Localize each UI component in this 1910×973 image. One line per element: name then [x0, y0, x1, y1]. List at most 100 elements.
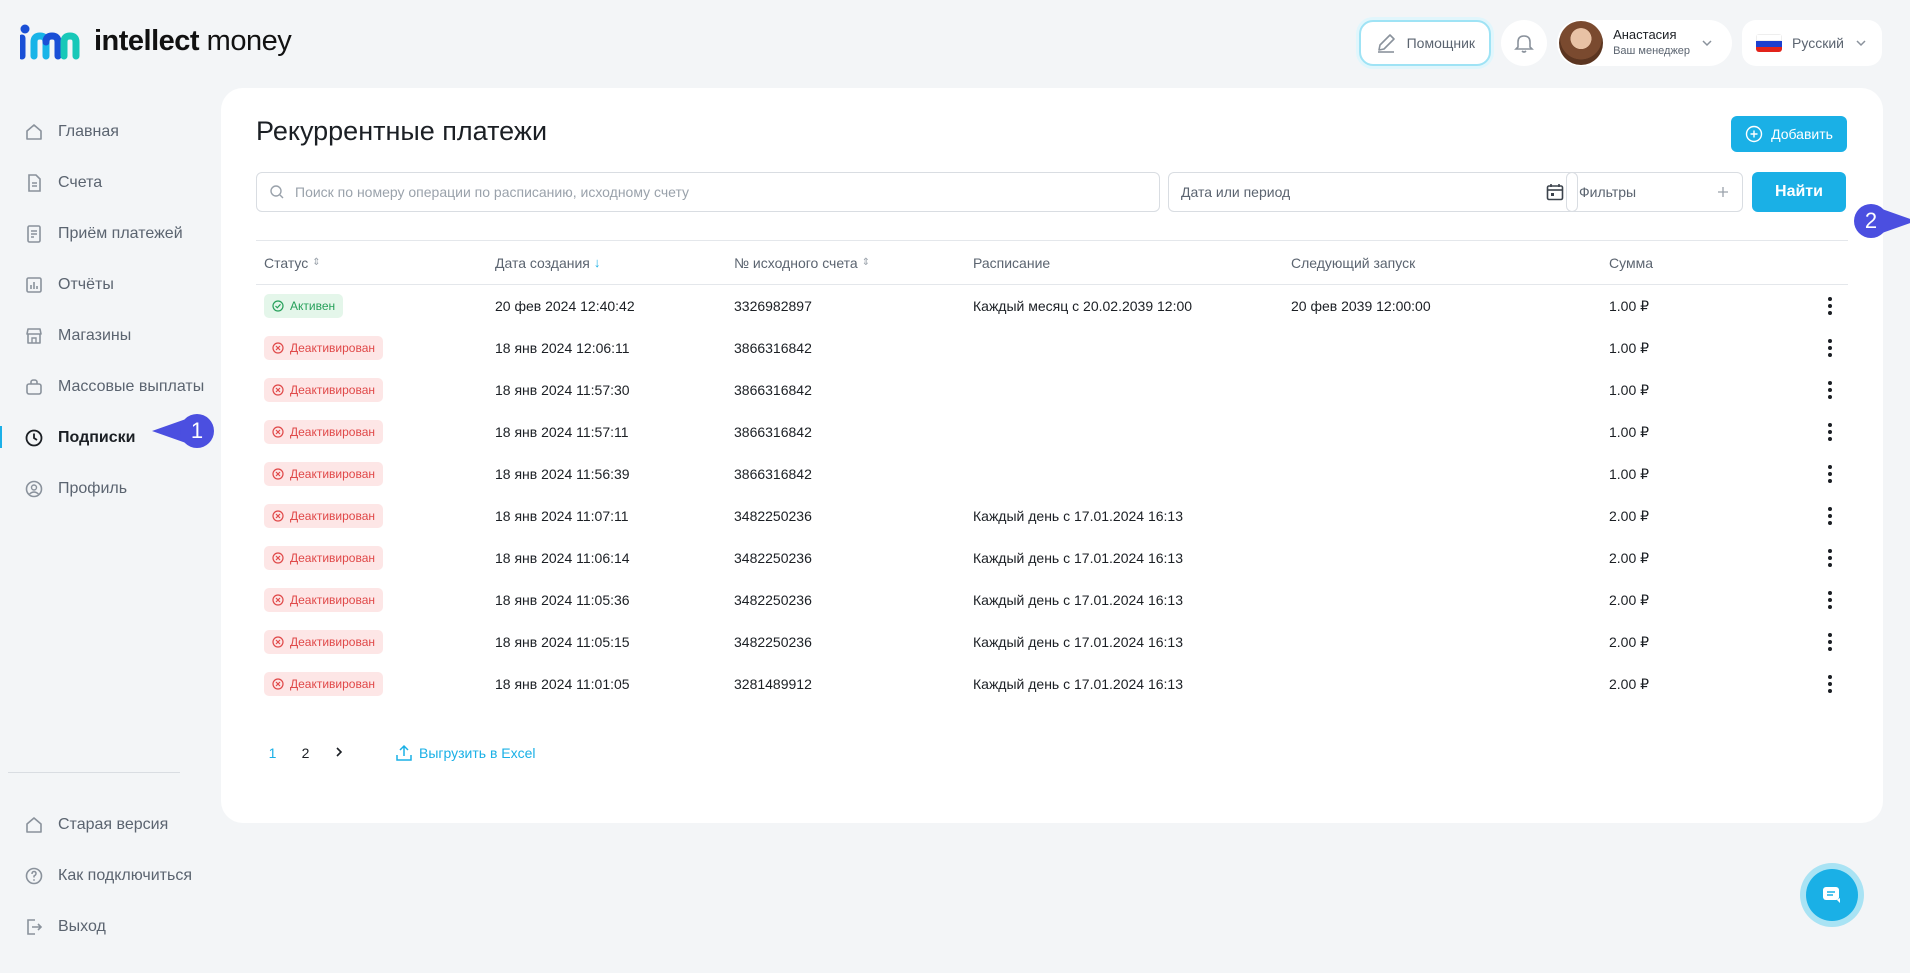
more-actions-icon[interactable] [1820, 630, 1840, 654]
sidebar-item-label: Подписки [58, 428, 136, 446]
notifications-button[interactable] [1501, 20, 1548, 66]
column-status[interactable]: Статус ⇕ [256, 255, 495, 271]
avatar [1559, 21, 1604, 65]
sidebar-item-label: Выход [58, 917, 106, 935]
account-cell: 3866316842 [734, 382, 812, 398]
table-header: Статус ⇕ Дата создания ↓ № исходного счета… [256, 240, 1848, 285]
home-icon [26, 123, 42, 140]
main-card: Рекуррентные платежи Добавить Дата или п… [221, 88, 1910, 823]
amount-cell: 2.00 ₽ [1609, 633, 1650, 650]
sidebar-item-stores[interactable]: Магазины [0, 310, 210, 361]
account-cell: 3281489912 [734, 676, 812, 692]
status-badge: Деактивирован [264, 336, 384, 360]
sidebar-item-label: Счета [58, 173, 103, 191]
x-circle-icon [272, 510, 284, 522]
amount-cell: 2.00 ₽ [1609, 591, 1650, 608]
schedule-cell: Каждый день с 17.01.2024 16:13 [973, 550, 1183, 566]
x-circle-icon [272, 636, 284, 648]
x-circle-icon [272, 384, 284, 396]
amount-cell: 2.00 ₽ [1609, 675, 1650, 692]
manager-role: Ваш менеджер [1613, 45, 1691, 57]
sidebar-item-label: Отчёты [58, 275, 114, 293]
table-row[interactable]: Деактивирован 18 янв 2024 11:07:11 3482250… [256, 495, 1848, 537]
sidebar-item-mass-payouts[interactable]: Массовые выплаты [0, 361, 210, 412]
sidebar-item-old-version[interactable]: Старая версия [0, 799, 210, 850]
more-actions-icon[interactable] [1820, 588, 1840, 612]
table-row[interactable]: Деактивирован 18 янв 2024 11:57:30 3866316… [256, 369, 1848, 411]
page-2-link[interactable]: 2 [289, 745, 322, 761]
chevron-right-icon [335, 747, 342, 757]
more-actions-icon[interactable] [1820, 504, 1840, 528]
status-badge: Деактивирован [264, 420, 384, 444]
user-icon [25, 480, 43, 497]
calendar-icon[interactable] [1545, 182, 1565, 202]
table-row[interactable]: Активен 20 фев 2024 12:40:42 3326982897 Каж… [256, 285, 1848, 327]
created-cell: 20 фев 2024 12:40:42 [495, 298, 635, 314]
account-cell: 3482250236 [734, 550, 812, 566]
status-badge: Деактивирован [264, 630, 384, 654]
created-cell: 18 янв 2024 11:57:11 [495, 424, 629, 440]
sidebar-item-accounts[interactable]: Счета [0, 157, 210, 208]
page-title: Рекуррентные платежи [256, 116, 548, 146]
subscriptions-table: Статус ⇕ Дата создания ↓ № исходного счета… [256, 240, 1848, 705]
find-button[interactable]: Найти [1752, 172, 1846, 212]
x-circle-icon [272, 678, 284, 690]
table-row[interactable]: Деактивирован 18 янв 2024 11:05:36 3482250… [256, 579, 1848, 621]
page-1-link[interactable]: 1 [256, 745, 289, 761]
table-row[interactable]: Деактивирован 18 янв 2024 12:06:11 3866316… [256, 327, 1848, 369]
filters-field[interactable]: Фильтры [1566, 172, 1743, 212]
sidebar-divider [8, 772, 180, 773]
column-amount: Сумма [1609, 254, 1653, 271]
export-excel-link[interactable]: Выгрузить в Excel [395, 744, 536, 762]
table-row[interactable]: Деактивирован 18 янв 2024 11:01:05 3281489… [256, 663, 1848, 705]
bell-icon [1514, 35, 1534, 53]
pagination: 1 2 Выгрузить в Excel [256, 744, 536, 762]
amount-cell: 1.00 ₽ [1609, 465, 1650, 482]
brand-logo[interactable]: intellect money [20, 22, 292, 60]
more-actions-icon[interactable] [1820, 378, 1840, 402]
more-actions-icon[interactable] [1820, 462, 1840, 486]
amount-cell: 2.00 ₽ [1609, 549, 1650, 566]
next-page-button[interactable] [322, 745, 355, 761]
add-button[interactable]: Добавить [1731, 116, 1847, 152]
column-created[interactable]: Дата создания ↓ [495, 255, 734, 271]
schedule-cell: Каждый месяц с 20.02.2039 12:00 [973, 298, 1193, 314]
more-actions-icon[interactable] [1820, 546, 1840, 570]
table-row[interactable]: Деактивирован 18 янв 2024 11:56:39 3866316… [256, 453, 1848, 495]
sort-desc-icon: ↓ [593, 255, 601, 270]
manager-menu[interactable]: Анастасия Ваш менеджер [1557, 20, 1733, 66]
amount-cell: 1.00 ₽ [1609, 381, 1650, 398]
chat-icon [1823, 887, 1840, 903]
search-input[interactable] [295, 184, 1159, 200]
check-circle-icon [272, 300, 284, 312]
table-row[interactable]: Деактивирован 18 янв 2024 11:05:15 3482250… [256, 621, 1848, 663]
sidebar-item-profile[interactable]: Профиль [0, 463, 210, 514]
chevron-down-icon [1702, 40, 1712, 47]
table-row[interactable]: Деактивирован 18 янв 2024 11:06:14 3482250… [256, 537, 1848, 579]
sidebar-item-logout[interactable]: Выход [0, 901, 210, 952]
sidebar-item-reports[interactable]: Отчёты [0, 259, 210, 310]
sort-icon: ⇕ [861, 257, 871, 268]
more-actions-icon[interactable] [1820, 420, 1840, 444]
schedule-cell: Каждый день с 17.01.2024 16:13 [973, 676, 1183, 692]
created-cell: 18 янв 2024 11:05:36 [495, 592, 630, 608]
more-actions-icon[interactable] [1820, 336, 1840, 360]
created-cell: 18 янв 2024 11:07:11 [495, 508, 629, 524]
status-badge: Деактивирован [264, 588, 384, 612]
sidebar-item-how-to-connect[interactable]: Как подключиться [0, 850, 210, 901]
table-row[interactable]: Деактивирован 18 янв 2024 11:57:11 3866316… [256, 411, 1848, 453]
helper-button[interactable]: Помощник [1358, 20, 1492, 66]
sidebar-item-payments[interactable]: Приём платежей [0, 208, 210, 259]
russia-flag-icon [1756, 34, 1783, 52]
search-field[interactable] [256, 172, 1160, 212]
sidebar-item-home[interactable]: Главная [0, 106, 210, 157]
more-actions-icon[interactable] [1820, 294, 1840, 318]
table-body: Активен 20 фев 2024 12:40:42 3326982897 Каж… [256, 285, 1848, 705]
column-account[interactable]: № исходного счета ⇕ [734, 255, 973, 271]
more-actions-icon[interactable] [1820, 672, 1840, 696]
language-select[interactable]: Русский [1742, 20, 1882, 66]
pencil-icon [1377, 34, 1395, 53]
account-cell: 3866316842 [734, 466, 812, 482]
date-period-field[interactable]: Дата или период [1168, 172, 1578, 212]
chat-button[interactable] [1800, 863, 1864, 927]
